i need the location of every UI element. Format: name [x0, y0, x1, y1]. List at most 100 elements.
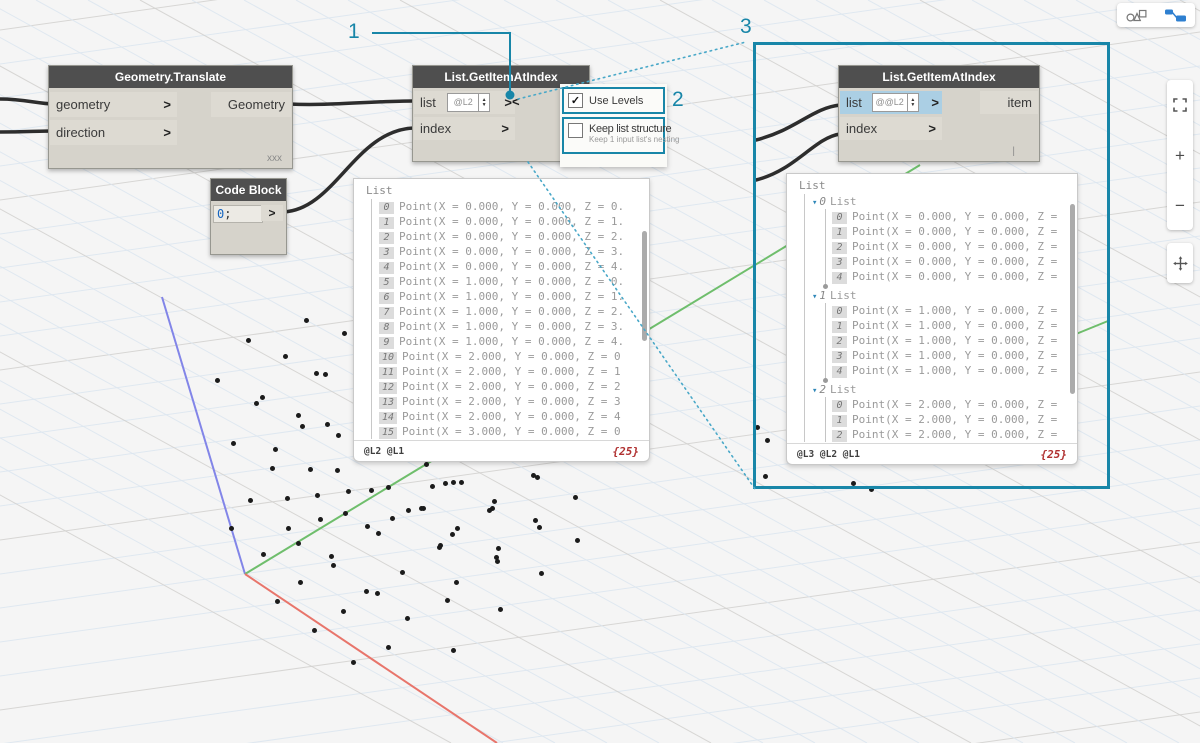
list-index-badge: 3 [832, 257, 847, 269]
geometry-point [273, 447, 278, 452]
list-index-badge: 2 [832, 430, 847, 442]
list-item: 0 Point(X = 0.000, Y = 0.000, Z = [832, 209, 1077, 224]
geometry-point [376, 531, 381, 536]
level-value: @L2 [453, 97, 473, 107]
geometry-point [260, 395, 265, 400]
keep-list-structure-checkbox[interactable] [568, 123, 583, 138]
geometry-point [325, 422, 330, 427]
node-title: List.GetItemAtIndex [839, 66, 1039, 88]
geometry-point [533, 518, 538, 523]
list-item: 3 Point(X = 0.000, Y = 0.000, Z = [832, 254, 1077, 269]
scrollbar-thumb[interactable] [1070, 204, 1075, 394]
list-item: 1 Point(X = 0.000, Y = 0.000, Z = 1. [379, 214, 649, 229]
list-index-badge: 1 [832, 415, 847, 427]
list-item: 1 Point(X = 0.000, Y = 0.000, Z = [832, 224, 1077, 239]
list-item: 2 Point(X = 0.000, Y = 0.000, Z = [832, 239, 1077, 254]
input-port-index[interactable]: index > [414, 117, 515, 140]
fit-to-screen-icon [1173, 98, 1187, 112]
keep-list-structure-hint: Keep 1 input list's nesting [589, 135, 680, 144]
geometry-point [246, 338, 251, 343]
sublist-header[interactable]: ▾ 1 List [812, 288, 1077, 303]
geometry-preview-icon [1125, 9, 1147, 22]
list-item: 11 Point(X = 2.000, Y = 0.000, Z = 1 [379, 364, 649, 379]
list-item: 4 Point(X = 0.000, Y = 0.000, Z = 4. [379, 259, 649, 274]
zoom-in-button[interactable]: + [1167, 130, 1193, 180]
wire-geometry-to-list[interactable] [287, 99, 416, 107]
list-item: 10 Point(X = 2.000, Y = 0.000, Z = 0 [379, 349, 649, 364]
geometry-point [215, 378, 220, 383]
geometry-point [455, 526, 460, 531]
scrollbar-thumb[interactable] [642, 231, 647, 341]
port-label: item [1007, 95, 1032, 110]
keep-list-structure-option[interactable]: Keep list structure Keep 1 input list's … [562, 117, 679, 154]
view-mode-switcher [1117, 3, 1195, 27]
node-title: Geometry.Translate [49, 66, 292, 88]
list-index-badge: 1 [379, 217, 394, 229]
input-port-direction[interactable]: direction > [50, 120, 177, 145]
geometry-point [375, 591, 380, 596]
pan-button[interactable] [1167, 243, 1193, 283]
preview-bubble-flat[interactable]: List 0 Point(X = 0.000, Y = 0.000, Z = 0.… [353, 178, 650, 462]
list-item: 14 Point(X = 2.000, Y = 0.000, Z = 4 [379, 409, 649, 424]
code-block-editor[interactable]: 0; [213, 205, 263, 223]
list-item: 1 Point(X = 2.000, Y = 0.000, Z = [832, 412, 1077, 427]
geometry-point [430, 484, 435, 489]
port-chevron-icon[interactable]: > [504, 95, 512, 110]
spinner-buttons[interactable]: ▲ ▼ [906, 94, 918, 111]
geometry-point [454, 580, 459, 585]
geometry-point [318, 517, 323, 522]
wire-into-direction[interactable] [0, 129, 56, 134]
input-port-list-selected[interactable]: list @@L2 ▲ ▼ > [840, 91, 942, 114]
levels-footer: @L3 @L2 @L1 [797, 448, 860, 460]
geometry-point [573, 495, 578, 500]
list-item: 12 Point(X = 2.000, Y = 0.000, Z = 2 [379, 379, 649, 394]
sublist-header[interactable]: ▾ 0 List [812, 194, 1077, 209]
spin-down-icon[interactable]: ▼ [910, 102, 915, 108]
preview-bubble-nested[interactable]: List ▾ 0 List 0 Point(X = 0.000, Y = 0.000, … [786, 173, 1078, 465]
level-value: @@L2 [875, 97, 904, 107]
output-port-geometry[interactable]: Geometry [211, 92, 291, 117]
input-port-geometry[interactable]: geometry > [50, 92, 177, 117]
collapse-arrow-icon[interactable]: ▾ [812, 198, 817, 208]
port-chevron-icon[interactable]: > [931, 95, 939, 110]
geometry-point [406, 508, 411, 513]
collapse-arrow-icon[interactable]: ▾ [812, 292, 817, 302]
port-chevron-icon: > [928, 121, 936, 136]
spin-down-icon[interactable]: ▼ [482, 102, 487, 108]
list-item: 2 Point(X = 2.000, Y = 0.000, Z = [832, 427, 1077, 442]
level-spinner[interactable]: @@L2 ▲ ▼ [871, 93, 919, 112]
callout-1: 1 [348, 20, 360, 43]
sublist-header[interactable]: ▾ 2 List [812, 382, 1077, 397]
geometry-point [285, 496, 290, 501]
geometry-preview-button[interactable] [1118, 3, 1156, 27]
list-index-badge: 12 [379, 382, 398, 394]
list-header: List [366, 184, 393, 197]
use-levels-checkbox[interactable]: ✓ [568, 93, 583, 108]
collapse-arrow-icon[interactable]: ▾ [812, 386, 817, 396]
geometry-point [336, 433, 341, 438]
node-list-getitematindex-levels[interactable]: List.GetItemAtIndex list @@L2 ▲ ▼ > inde… [838, 65, 1040, 162]
geometry-point [296, 413, 301, 418]
input-port-list[interactable]: list @L2 ▲ ▼ > [414, 91, 515, 114]
node-title: Code Block [211, 179, 286, 201]
use-levels-option[interactable]: ✓ Use Levels [562, 87, 665, 114]
list-item: 7 Point(X = 1.000, Y = 0.000, Z = 2. [379, 304, 649, 319]
input-port-index[interactable]: index > [840, 117, 942, 140]
fit-to-screen-button[interactable] [1167, 80, 1193, 130]
spinner-buttons[interactable]: ▲ ▼ [478, 94, 489, 111]
zoom-out-button[interactable]: − [1167, 180, 1193, 230]
geometry-point [329, 554, 334, 559]
z-axis-blue [161, 296, 246, 575]
callout-3: 3 [740, 15, 752, 38]
graph-view-button[interactable] [1157, 3, 1195, 27]
output-port-codeblock[interactable]: > [261, 205, 283, 221]
level-spinner[interactable]: @L2 ▲ ▼ [447, 93, 491, 112]
node-geometry-translate[interactable]: Geometry.Translate geometry > direction … [48, 65, 293, 169]
list-index-badge: 2 [832, 336, 847, 348]
wire-into-geometry[interactable] [0, 97, 56, 106]
levels-footer: @L2 @L1 [364, 445, 405, 457]
levels-collapse-chevron[interactable]: < [512, 94, 520, 109]
geometry-point [575, 538, 580, 543]
node-code-block[interactable]: Code Block 0; > [210, 178, 287, 255]
output-port-item[interactable]: item [980, 91, 1038, 114]
